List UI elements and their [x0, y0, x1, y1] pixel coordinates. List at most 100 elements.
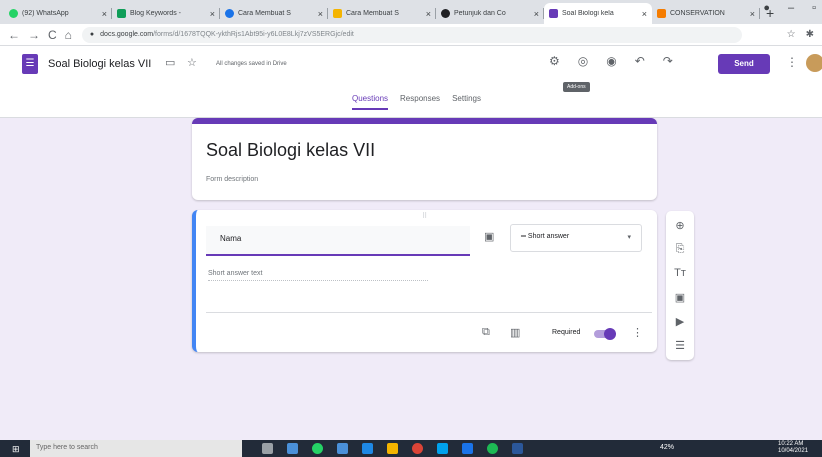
- drag-handle[interactable]: ⠿: [422, 212, 427, 220]
- browser-tab[interactable]: Cara Membuat S ×: [328, 3, 436, 24]
- tab-title: Blog Keywords -: [130, 10, 181, 17]
- tooltip: Add-ons: [563, 82, 590, 92]
- palette-icon[interactable]: ◎: [578, 54, 588, 68]
- add-title-icon[interactable]: Tт: [666, 267, 694, 279]
- mail-icon[interactable]: [287, 443, 298, 454]
- profile-icon[interactable]: ●: [763, 2, 770, 14]
- form-title-card[interactable]: Soal Biologi kelas VII Form description: [192, 118, 657, 200]
- tab-title: Petunjuk dan Co: [454, 10, 506, 17]
- browser-tab-strip: (92) WhatsApp × Blog Keywords - × Cara Mem…: [0, 0, 822, 24]
- explorer-icon[interactable]: [337, 443, 348, 454]
- store-icon[interactable]: [362, 443, 373, 454]
- tab-title: CONSERVATION: [670, 10, 725, 17]
- back-icon[interactable]: ←: [8, 28, 20, 42]
- redo-icon[interactable]: ↷: [663, 54, 673, 68]
- add-video-icon[interactable]: ▶: [666, 315, 694, 328]
- import-questions-icon[interactable]: ⎘: [666, 243, 694, 256]
- maximize-icon[interactable]: ▫: [812, 2, 816, 14]
- question-toolbar: ⊕ ⎘ Tт ▣ ▶ ☰: [666, 211, 694, 360]
- short-answer-icon: ═: [521, 233, 528, 240]
- url-path: /forms/d/1678TQQK-ykthRjs1Abt95i-y6L0E8L…: [153, 31, 354, 38]
- browser-tab[interactable]: (92) WhatsApp ×: [4, 3, 112, 24]
- home-icon[interactable]: ⌂: [65, 28, 72, 42]
- browser-tab[interactable]: Cara Membuat S ×: [220, 3, 328, 24]
- browser-tab[interactable]: Petunjuk dan Co ×: [436, 3, 544, 24]
- header-actions: ⚙ ◎ ◉ ↶ ↷: [549, 54, 673, 68]
- taskbar-search-input[interactable]: Type here to search: [30, 440, 242, 457]
- save-status: All changes saved in Drive: [216, 61, 287, 67]
- chrome-icon[interactable]: [412, 443, 423, 454]
- star-icon[interactable]: ☆: [187, 56, 197, 69]
- add-question-icon[interactable]: ⊕: [666, 219, 694, 232]
- trash-icon[interactable]: ▥: [510, 326, 520, 339]
- url-host: docs.google.com: [100, 31, 154, 38]
- browser-tab-active[interactable]: Soal Biologi kela ×: [544, 3, 652, 24]
- star-icon[interactable]: ☆: [787, 29, 796, 40]
- clock[interactable]: 10:22 AM 10/04/2021: [778, 441, 808, 455]
- whatsapp-icon: [9, 9, 18, 18]
- folder-icon[interactable]: ▭: [165, 56, 175, 69]
- window-controls: ● – ▫: [763, 2, 822, 14]
- minimize-icon[interactable]: –: [788, 2, 794, 14]
- send-button[interactable]: Send: [718, 54, 770, 74]
- reload-icon[interactable]: C: [48, 28, 57, 42]
- tab-title: (92) WhatsApp: [22, 10, 69, 17]
- preview-icon[interactable]: ◉: [606, 54, 616, 68]
- question-type-label: Short answer: [527, 233, 570, 240]
- google-forms-icon[interactable]: ☰: [22, 54, 38, 74]
- clock-date: 10/04/2021: [778, 448, 809, 454]
- whatsapp-icon[interactable]: [312, 443, 323, 454]
- undo-icon[interactable]: ↶: [635, 54, 645, 68]
- spotify-icon[interactable]: [487, 443, 498, 454]
- tab-title: Cara Membuat S: [238, 10, 291, 17]
- tab-title: Cara Membuat S: [346, 10, 399, 17]
- question-card[interactable]: ⠿ Nama ▣ ═ Short answer ▾ Short answer t…: [192, 210, 657, 352]
- close-icon[interactable]: ×: [210, 9, 215, 19]
- app-icon[interactable]: [462, 443, 473, 454]
- duplicate-icon[interactable]: ⧉: [482, 326, 490, 339]
- edge-icon[interactable]: [437, 443, 448, 454]
- windows-start-icon[interactable]: ⊞: [12, 444, 20, 455]
- close-icon[interactable]: ×: [426, 9, 431, 19]
- site-icon: [441, 9, 450, 18]
- google-forms-icon: [549, 9, 558, 18]
- task-view-icon[interactable]: [262, 443, 273, 454]
- keyword-icon: [117, 9, 126, 18]
- divider: [206, 312, 652, 313]
- browser-tab[interactable]: CONSERVATION ×: [652, 3, 760, 24]
- forward-icon[interactable]: →: [28, 28, 40, 42]
- more-options-icon[interactable]: ⋮: [786, 55, 798, 69]
- required-toggle[interactable]: [594, 328, 616, 340]
- close-icon[interactable]: ×: [102, 9, 107, 19]
- answer-preview: Short answer text: [208, 270, 428, 281]
- avatar[interactable]: [806, 54, 822, 72]
- question-type-select[interactable]: ═ Short answer ▾: [510, 224, 642, 252]
- extensions-icon[interactable]: ✱: [806, 29, 814, 40]
- addons-icon[interactable]: ⚙: [549, 54, 560, 68]
- chevron-down-icon: ▾: [627, 234, 631, 241]
- form-title[interactable]: Soal Biologi kelas VII: [206, 140, 375, 161]
- tab-responses[interactable]: Responses: [400, 94, 440, 110]
- address-bar: ← → C ⌂ ● docs.google.com/forms/d/1678TQ…: [0, 24, 822, 46]
- site-icon: [333, 9, 342, 18]
- close-icon[interactable]: ×: [642, 9, 647, 19]
- add-section-icon[interactable]: ☰: [666, 339, 694, 352]
- close-icon[interactable]: ×: [534, 9, 539, 19]
- close-icon[interactable]: ×: [750, 9, 755, 19]
- battery-indicator[interactable]: 42%: [660, 444, 674, 451]
- more-options-icon[interactable]: ⋮: [632, 326, 643, 339]
- question-title-input[interactable]: Nama: [206, 226, 470, 256]
- tab-title: Soal Biologi kela: [562, 10, 614, 17]
- tab-settings[interactable]: Settings: [452, 94, 481, 110]
- image-icon[interactable]: ▣: [484, 230, 494, 243]
- folder-icon[interactable]: [387, 443, 398, 454]
- url-field[interactable]: ● docs.google.com/forms/d/1678TQQK-ykthR…: [81, 26, 742, 43]
- add-image-icon[interactable]: ▣: [666, 291, 694, 304]
- form-description[interactable]: Form description: [206, 176, 258, 183]
- tab-questions[interactable]: Questions: [352, 94, 389, 110]
- windows-taskbar: ⊞ Type here to search 42% 10:22 AM 10/04/…: [0, 440, 822, 457]
- form-name[interactable]: Soal Biologi kelas VII: [48, 58, 151, 70]
- word-icon[interactable]: [512, 443, 523, 454]
- close-icon[interactable]: ×: [318, 9, 323, 19]
- browser-tab[interactable]: Blog Keywords - ×: [112, 3, 220, 24]
